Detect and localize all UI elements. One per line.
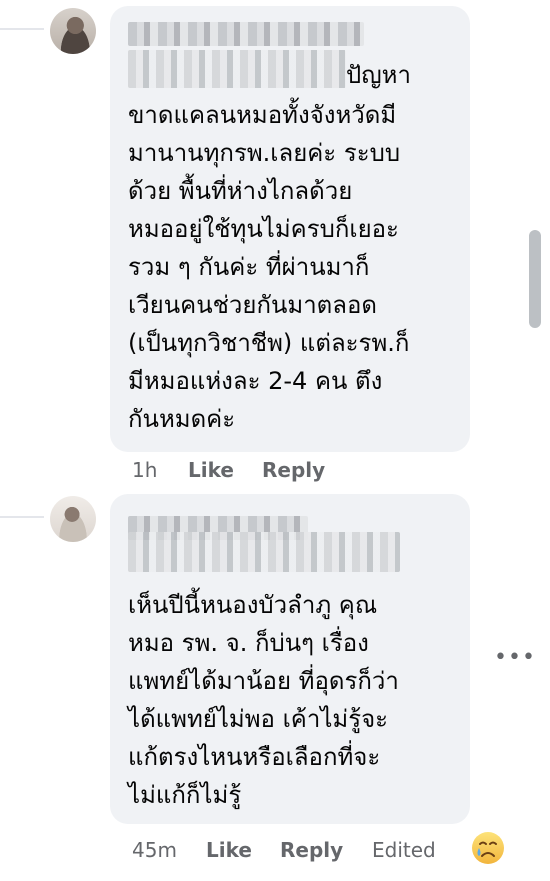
comment-text-line: รวม ๆ กันค่ะ ที่ผ่านมาก็ <box>128 253 370 281</box>
comment-text-line: ปัญหา <box>346 61 411 89</box>
timestamp[interactable]: 45m <box>132 838 206 862</box>
comment-text-line: แก้ตรงไหนหรือเลือกที่จะ <box>128 743 381 771</box>
comment-text-line: มานานทุกรพ.เลยค่ะ ระบบ <box>128 139 401 167</box>
comment-text-line: แพทย์ได้มาน้อย ที่อุดรก็ว่า <box>128 667 399 695</box>
edited-label: Edited <box>372 838 436 862</box>
comment-text-line: เห็นปีนี้หนองบัวลำภู คุณ <box>128 591 378 619</box>
comment-actions: 1h Like Reply <box>132 458 325 482</box>
thread-line <box>0 28 44 30</box>
text-redacted <box>128 532 400 572</box>
avatar[interactable] <box>50 8 96 54</box>
comment-text-line: ได้แพทย์ไม่พอ เค้าไม่รู้จะ <box>128 705 389 733</box>
scrollbar-thumb[interactable] <box>529 230 541 328</box>
comment-text-line: เวียนคนช่วยกันมาตลอด <box>128 291 377 319</box>
comment-text-line: ไม่แก้ก็ไม่รู้ <box>128 781 242 809</box>
reply-button[interactable]: Reply <box>280 838 372 862</box>
comment-text-line: ด้วย พื้นที่ห่างไกลด้วย <box>128 177 353 205</box>
comment-text-line: หมอ รพ. จ. ก็บ่นๆ เรื่อง <box>128 629 369 657</box>
comment-text-line: หมออยู่ใช้ทุนไม่ครบก็เยอะ <box>128 215 399 243</box>
like-button[interactable]: Like <box>206 838 280 862</box>
like-button[interactable]: Like <box>188 458 262 482</box>
comment-text-line: มีหมอแห่งละ 2-4 คน ตึง <box>128 367 383 395</box>
comment-text-line: กันหมดค่ะ <box>128 405 236 433</box>
reply-button[interactable]: Reply <box>262 458 325 482</box>
author-name-redacted[interactable] <box>128 22 364 46</box>
comment-text-line: ขาดแคลนหมอทั้งจังหวัดมี <box>128 101 397 129</box>
timestamp[interactable]: 1h <box>132 458 188 482</box>
text-redacted <box>128 50 346 88</box>
comment-actions: 45m Like Reply Edited <box>132 838 436 862</box>
crying-face-icon[interactable] <box>470 830 506 866</box>
scrollbar-track[interactable] <box>527 0 545 881</box>
thread-line <box>0 516 44 518</box>
avatar[interactable] <box>50 496 96 542</box>
comment-text-line: (เป็นทุกวิชาชีพ) แต่ละรพ.ก็ <box>128 329 410 357</box>
